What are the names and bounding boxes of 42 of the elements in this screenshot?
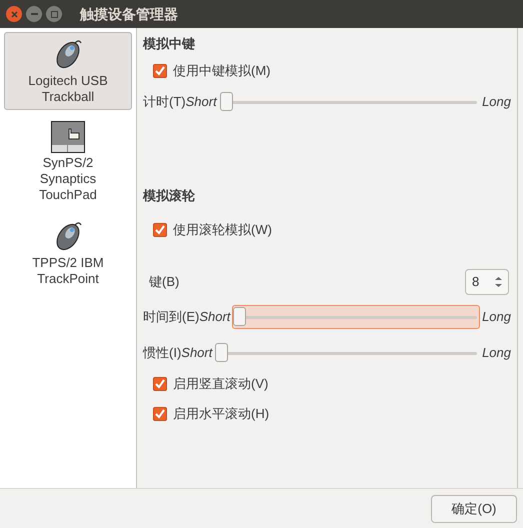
slider-min-label: Short: [181, 344, 212, 362]
slider[interactable]: [232, 305, 480, 329]
check-icon: [155, 409, 165, 419]
sidebar-item[interactable]: TPPS/2 IBM TrackPoint: [4, 214, 132, 292]
maximize-button[interactable]: [46, 6, 62, 22]
slider-thumb[interactable]: [215, 343, 228, 362]
minimize-icon: [30, 13, 38, 15]
maximize-icon: [50, 10, 58, 18]
slider-min-label: Short: [199, 308, 230, 326]
close-icon: [10, 10, 18, 18]
slider-label: 计时(T): [143, 92, 186, 111]
slider-max-label: Long: [482, 344, 511, 362]
slider-min-label: Short: [186, 92, 217, 111]
spin-label: 键(B): [149, 273, 180, 292]
ok-button[interactable]: 确定(O): [431, 494, 517, 522]
checkbox[interactable]: [153, 64, 167, 78]
spin-field[interactable]: 8: [465, 269, 509, 295]
slider-max-label: Long: [482, 92, 511, 111]
window-title: 触摸设备管理器: [80, 4, 178, 24]
checkbox-label: 使用中键模拟(M): [173, 62, 270, 80]
check-icon: [155, 66, 165, 76]
sidebar-item[interactable]: SynPS/2 Synaptics TouchPad: [4, 116, 132, 208]
checkbox-label: 使用滚轮模拟(W): [173, 221, 272, 240]
minimize-button[interactable]: [26, 6, 42, 22]
checkbox[interactable]: [153, 407, 167, 421]
sidebar-item[interactable]: Logitech USB Trackball: [4, 32, 132, 110]
checkbox[interactable]: [153, 223, 167, 237]
touchpad-icon: [51, 121, 85, 153]
checkbox[interactable]: [153, 377, 167, 391]
close-button[interactable]: [6, 6, 22, 22]
spin-arrows-icon: [495, 276, 502, 288]
slider-max-label: Long: [482, 308, 511, 326]
checkbox-label: 启用竖直滚动(V): [173, 375, 268, 394]
slider-thumb[interactable]: [233, 307, 246, 326]
section-title: 模拟中键: [143, 35, 196, 53]
check-icon: [155, 225, 165, 235]
section-title: 模拟滚轮: [143, 186, 196, 204]
slider-thumb[interactable]: [220, 92, 233, 110]
slider-label: 惯性(I): [143, 344, 182, 362]
check-icon: [155, 379, 165, 389]
checkbox-label: 启用水平滚动(H): [173, 405, 270, 424]
slider-label: 时间到(E): [143, 308, 200, 326]
